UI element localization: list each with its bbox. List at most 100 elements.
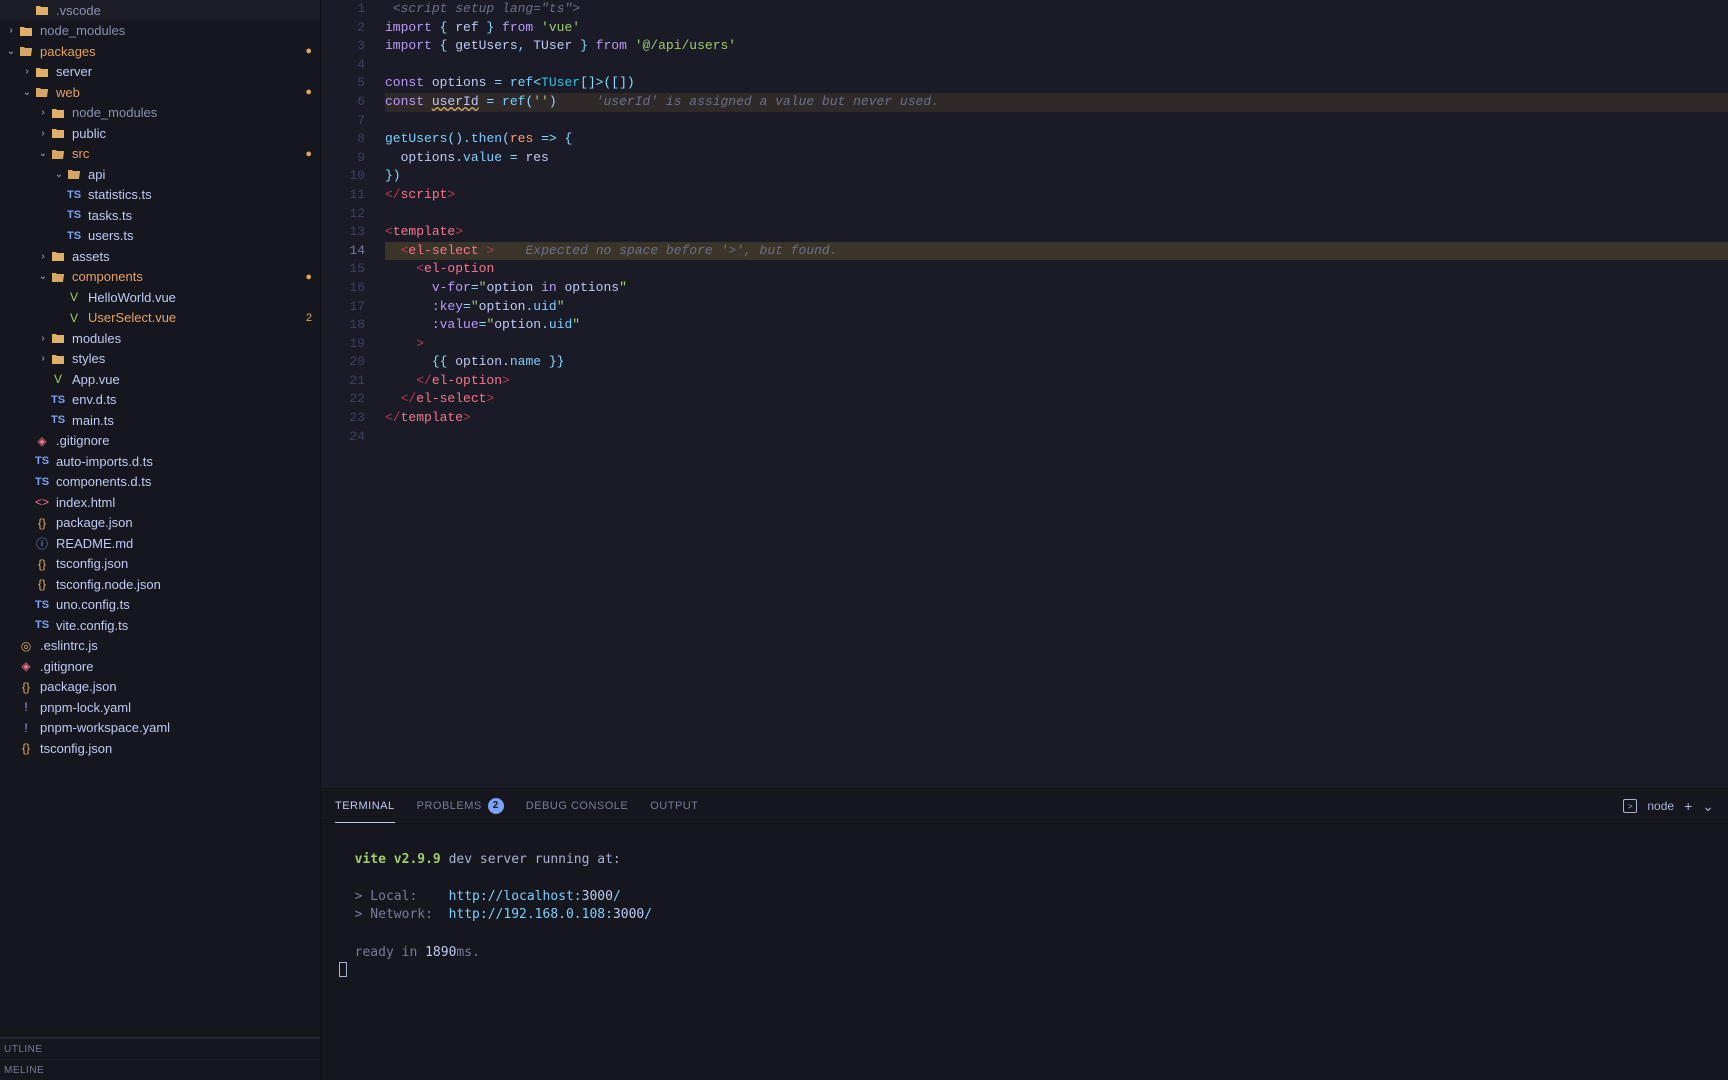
code-line[interactable]: const options = ref<TUser[]>([]) xyxy=(385,74,1728,93)
file-tree-item[interactable]: ·◈.gitignore xyxy=(0,656,320,677)
tab-problems[interactable]: PROBLEMS 2 xyxy=(417,789,504,823)
file-tree-label: .eslintrc.js xyxy=(40,638,98,653)
code-line[interactable]: </el-option> xyxy=(385,372,1728,391)
chevron-down-icon[interactable]: ⌄ xyxy=(36,271,50,282)
terminal-dropdown-icon[interactable]: ⌄ xyxy=(1702,798,1714,815)
code-line[interactable] xyxy=(385,428,1728,447)
code-line[interactable]: options.value = res xyxy=(385,149,1728,168)
code-line[interactable]: </el-select> xyxy=(385,390,1728,409)
panel-actions: > node + ⌄ xyxy=(1623,798,1714,815)
file-tree-item[interactable]: ›node_modules xyxy=(0,103,320,124)
local-url[interactable]: http://localhost: xyxy=(449,889,582,904)
code-line[interactable]: <el-option xyxy=(385,260,1728,279)
file-tree-item[interactable]: ·TSmain.ts xyxy=(0,410,320,431)
tab-terminal[interactable]: TERMINAL xyxy=(335,789,395,823)
chevron-right-icon[interactable]: › xyxy=(36,128,50,139)
code-line[interactable]: }) xyxy=(385,167,1728,186)
file-tree-item[interactable]: ·{}tsconfig.json xyxy=(0,738,320,759)
code-line[interactable]: {{ option.name }} xyxy=(385,353,1728,372)
code-editor[interactable]: 123456789101112131415161718192021222324 … xyxy=(321,0,1728,788)
code-line[interactable]: > xyxy=(385,335,1728,354)
outline-section[interactable]: UTLINE xyxy=(0,1038,320,1059)
file-tree-item[interactable]: ·{}tsconfig.json xyxy=(0,554,320,575)
terminal-shell-name[interactable]: node xyxy=(1647,799,1674,813)
file-tree-item[interactable]: ·TSusers.ts xyxy=(0,226,320,247)
code-line[interactable]: import { ref } from 'vue' xyxy=(385,19,1728,38)
file-tree-item[interactable]: ⌄web● xyxy=(0,82,320,103)
file-tree-item[interactable]: ›modules xyxy=(0,328,320,349)
chevron-right-icon[interactable]: › xyxy=(36,353,50,364)
code-line[interactable]: const userId = ref('') 'userId' is assig… xyxy=(385,93,1728,112)
chevron-down-icon[interactable]: ⌄ xyxy=(4,46,18,57)
code-line[interactable]: :value="option.uid" xyxy=(385,316,1728,335)
file-tree-item[interactable]: ·TScomponents.d.ts xyxy=(0,472,320,493)
chevron-right-icon[interactable]: › xyxy=(36,107,50,118)
code-line[interactable]: v-for="option in options" xyxy=(385,279,1728,298)
chevron-right-icon[interactable]: › xyxy=(36,251,50,262)
file-tree-item[interactable]: ·TSuno.config.ts xyxy=(0,595,320,616)
chevron-right-icon[interactable]: › xyxy=(36,333,50,344)
chevron-right-icon[interactable]: › xyxy=(4,25,18,36)
tab-debug-console[interactable]: DEBUG CONSOLE xyxy=(526,789,628,823)
file-tree-item[interactable]: ·VHelloWorld.vue xyxy=(0,287,320,308)
file-tree-item[interactable]: ·VApp.vue xyxy=(0,369,320,390)
new-terminal-button[interactable]: + xyxy=(1684,798,1692,814)
code-line[interactable]: <script setup lang="ts"> xyxy=(385,0,1728,19)
code-line[interactable]: <el-select > Expected no space before '>… xyxy=(385,242,1728,261)
file-icon: TS xyxy=(34,617,50,633)
file-tree-item[interactable]: ⌄src● xyxy=(0,144,320,165)
code-line[interactable] xyxy=(385,205,1728,224)
file-tree-item[interactable]: ·TSvite.config.ts xyxy=(0,615,320,636)
file-tree-label: api xyxy=(88,167,105,182)
file-tree-item[interactable]: ·TSauto-imports.d.ts xyxy=(0,451,320,472)
file-tree-item[interactable]: ·VUserSelect.vue2 xyxy=(0,308,320,329)
file-tree-item[interactable]: ·TSenv.d.ts xyxy=(0,390,320,411)
code-line[interactable]: :key="option.uid" xyxy=(385,298,1728,317)
file-tree-item[interactable]: ⌄packages● xyxy=(0,41,320,62)
code-line[interactable]: <template> xyxy=(385,223,1728,242)
file-tree-item[interactable]: ›public xyxy=(0,123,320,144)
code-line[interactable]: getUsers().then(res => { xyxy=(385,130,1728,149)
file-icon: V xyxy=(66,310,82,326)
terminal-output[interactable]: vite v2.9.9 dev server running at: > Loc… xyxy=(321,824,1728,1080)
file-icon: ! xyxy=(18,699,34,715)
chevron-down-icon[interactable]: ⌄ xyxy=(20,87,34,98)
file-tree-item[interactable]: ·ⓘREADME.md xyxy=(0,533,320,554)
code-line[interactable]: </script> xyxy=(385,186,1728,205)
file-explorer-sidebar: ·.vscode›node_modules⌄packages●›server⌄w… xyxy=(0,0,321,1080)
file-tree-item[interactable]: ⌄components● xyxy=(0,267,320,288)
timeline-section[interactable]: MELINE xyxy=(0,1059,320,1080)
file-tree-item[interactable]: ·◈.gitignore xyxy=(0,431,320,452)
code-content[interactable]: <script setup lang="ts">import { ref } f… xyxy=(385,0,1728,788)
file-tree-item[interactable]: ⌄ api xyxy=(0,164,320,185)
line-number: 6 xyxy=(321,93,365,112)
file-tree-item[interactable]: ·.vscode xyxy=(0,0,320,21)
code-line[interactable] xyxy=(385,112,1728,131)
port: 3000 xyxy=(582,889,613,904)
network-url[interactable]: http://192.168.0.108: xyxy=(449,907,613,922)
file-tree[interactable]: ·.vscode›node_modules⌄packages●›server⌄w… xyxy=(0,0,320,1037)
chevron-down-icon[interactable]: ⌄ xyxy=(52,169,66,180)
code-line[interactable]: </template> xyxy=(385,409,1728,428)
file-tree-item[interactable]: ·TStasks.ts xyxy=(0,205,320,226)
line-number: 1 xyxy=(321,0,365,19)
file-tree-item[interactable]: ›styles xyxy=(0,349,320,370)
chevron-right-icon[interactable]: › xyxy=(20,66,34,77)
file-tree-item[interactable]: ·{}tsconfig.node.json xyxy=(0,574,320,595)
file-tree-item[interactable]: ·<>index.html xyxy=(0,492,320,513)
file-tree-item[interactable]: ·◎.eslintrc.js xyxy=(0,636,320,657)
file-tree-item[interactable]: ·{}package.json xyxy=(0,677,320,698)
file-tree-label: .vscode xyxy=(56,3,101,18)
chevron-down-icon[interactable]: ⌄ xyxy=(36,148,50,159)
file-tree-label: tsconfig.json xyxy=(56,556,128,571)
file-tree-item[interactable]: ·!pnpm-workspace.yaml xyxy=(0,718,320,739)
file-tree-item[interactable]: ·TSstatistics.ts xyxy=(0,185,320,206)
file-tree-item[interactable]: ›server xyxy=(0,62,320,83)
file-tree-item[interactable]: ·!pnpm-lock.yaml xyxy=(0,697,320,718)
code-line[interactable] xyxy=(385,56,1728,75)
tab-output[interactable]: OUTPUT xyxy=(650,789,698,823)
code-line[interactable]: import { getUsers, TUser } from '@/api/u… xyxy=(385,37,1728,56)
file-tree-item[interactable]: ›node_modules xyxy=(0,21,320,42)
file-tree-item[interactable]: ›assets xyxy=(0,246,320,267)
file-tree-item[interactable]: ·{}package.json xyxy=(0,513,320,534)
